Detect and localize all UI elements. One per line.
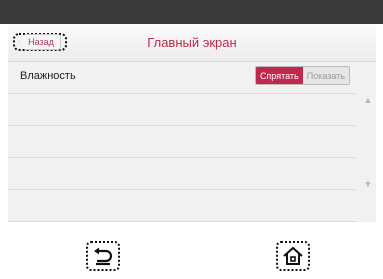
show-option[interactable]: Показать	[302, 67, 349, 84]
nav-back-button[interactable]	[86, 241, 120, 271]
main-screen: Главный экран Назад Влажность Спрятать П…	[8, 24, 376, 222]
back-button[interactable]: Назад	[13, 33, 67, 51]
list-item	[8, 158, 356, 190]
list-item: Влажность Спрятать Показать	[8, 62, 356, 94]
nav-home-button[interactable]	[276, 241, 310, 271]
list-item	[8, 94, 356, 126]
list-item	[8, 126, 356, 158]
list-item	[8, 190, 356, 222]
home-icon	[283, 246, 303, 265]
settings-list: Влажность Спрятать Показать	[8, 62, 356, 222]
top-bar	[0, 0, 383, 24]
chevron-up-icon[interactable]: ▲	[363, 95, 373, 105]
chevron-down-icon[interactable]: ▼	[363, 179, 373, 189]
back-arrow-icon	[94, 247, 113, 266]
hide-option[interactable]: Спрятать	[255, 67, 303, 84]
back-button-label: Назад	[19, 34, 61, 50]
header: Главный экран Назад	[8, 24, 376, 62]
visibility-toggle[interactable]: Спрятать Показать	[254, 66, 350, 85]
humidity-label: Влажность	[20, 70, 76, 82]
